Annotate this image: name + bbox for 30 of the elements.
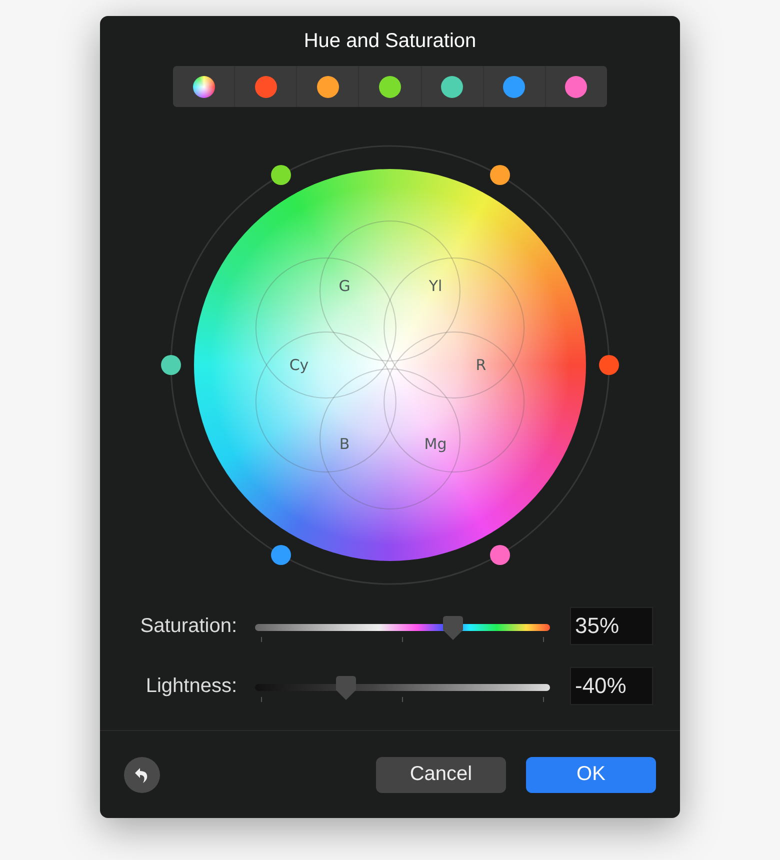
hue-label: G — [338, 277, 350, 296]
color-swatch[interactable] — [441, 76, 464, 98]
hue-handle[interactable] — [599, 355, 619, 375]
color-swatch[interactable] — [316, 76, 339, 98]
hue-label: Cy — [289, 356, 309, 374]
hue-handle[interactable] — [490, 544, 510, 565]
cancel-button[interactable]: Cancel — [376, 756, 506, 792]
hue-handle[interactable] — [270, 165, 290, 186]
hue-handle[interactable] — [270, 544, 290, 565]
slider-label: Lightness: — [144, 674, 237, 698]
window-title: Hue and Saturation — [304, 29, 476, 54]
slider-label: Saturation: — [139, 614, 237, 638]
color-swatch[interactable] — [565, 76, 588, 98]
value-field[interactable]: 35% — [570, 607, 653, 645]
slider-thumb[interactable] — [336, 676, 356, 700]
color-swatch[interactable] — [503, 76, 526, 98]
undo-icon — [134, 766, 150, 782]
hue-handle[interactable] — [161, 355, 181, 375]
ok-button[interactable]: OK — [526, 756, 656, 792]
hue-label: R — [476, 356, 486, 374]
color-swatch[interactable] — [378, 76, 401, 98]
slider-thumb[interactable] — [442, 616, 463, 640]
color-wheel-icon[interactable] — [192, 76, 215, 98]
hue-label: Yl — [428, 277, 442, 296]
color-swatch[interactable] — [254, 76, 277, 98]
hue-label: Mg — [424, 434, 447, 453]
reset-button[interactable] — [124, 756, 160, 792]
hue-handle[interactable] — [490, 165, 510, 186]
hue-label: B — [339, 434, 350, 453]
value-field[interactable]: -40% — [570, 667, 653, 705]
